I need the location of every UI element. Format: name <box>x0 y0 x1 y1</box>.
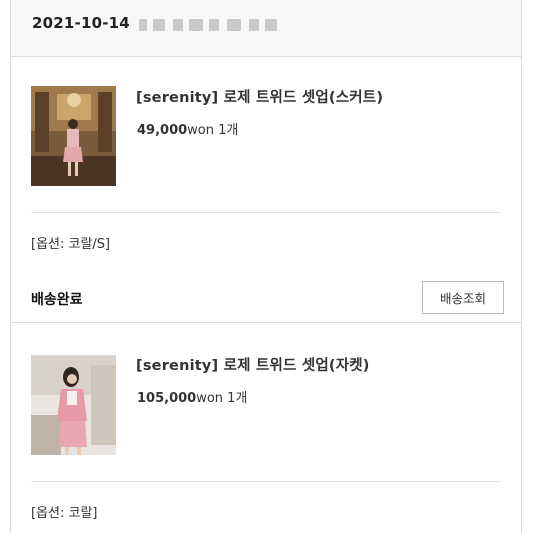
currency-quantity: won 1개 <box>187 123 239 138</box>
order-header: 2021-10-14 <box>11 0 521 57</box>
product-photo-icon <box>31 355 116 455</box>
product-title[interactable]: [serenity] 로제 트위드 셋업(자켓) <box>136 354 370 375</box>
product-thumbnail-skirt[interactable] <box>31 86 116 186</box>
product-thumbnail-jacket[interactable] <box>31 355 116 455</box>
currency-quantity: won 1개 <box>196 391 248 406</box>
product-option: [옵션: 코랄/S] <box>31 237 111 252</box>
product-photo-icon <box>31 86 116 186</box>
section-divider <box>11 322 521 323</box>
product-price: 49,000won 1개 <box>137 119 238 138</box>
redacted-order-number <box>137 17 287 33</box>
order-date: 2021-10-14 <box>32 14 130 32</box>
product-price: 105,000won 1개 <box>137 387 247 406</box>
product-title[interactable]: [serenity] 로제 트위드 셋업(스커트) <box>136 86 383 107</box>
delivery-status: 배송완료 <box>31 292 83 308</box>
order-card: 2021-10-14 [serenity] 로제 트위드 셋업(스커트) 49,… <box>10 0 522 533</box>
track-delivery-button[interactable]: 배송조회 <box>422 281 504 314</box>
price-value: 105,000 <box>137 391 197 406</box>
divider <box>31 481 501 482</box>
product-option: [옵션: 코랄] <box>31 506 98 521</box>
divider <box>31 212 501 213</box>
price-value: 49,000 <box>137 123 188 138</box>
